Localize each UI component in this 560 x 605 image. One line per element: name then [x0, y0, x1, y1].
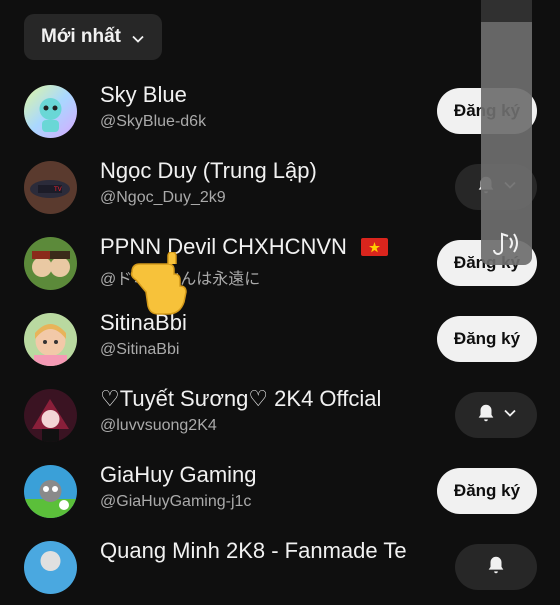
channel-row[interactable]: SitinaBbi @SitinaBbi Đăng ký — [0, 301, 560, 377]
music-note-icon[interactable] — [490, 228, 524, 258]
bell-icon — [475, 402, 497, 429]
bell-icon — [485, 554, 507, 581]
sort-dropdown[interactable]: Mới nhất — [24, 14, 162, 60]
channel-row[interactable]: Quang Minh 2K8 - Fanmade Te — [0, 529, 560, 605]
channel-row[interactable]: Sky Blue @SkyBlue-d6k Đăng ký — [0, 73, 560, 149]
channel-name[interactable]: Sky Blue — [100, 82, 187, 108]
channel-row[interactable]: GiaHuy Gaming @GiaHuyGaming-j1c Đăng ký — [0, 453, 560, 529]
avatar[interactable] — [24, 541, 77, 594]
vietnam-flag-icon — [361, 236, 389, 262]
subscribe-button[interactable]: Đăng ký — [437, 316, 537, 362]
channel-handle: @Ngọc_Duy_2k9 — [100, 189, 226, 206]
channel-name[interactable]: ♡Tuyết Sương♡ 2K4 Offcial — [100, 386, 381, 412]
chevron-down-icon — [503, 406, 517, 425]
sort-label: Mới nhất — [41, 26, 121, 47]
channel-name[interactable]: Quang Minh 2K8 - Fanmade Te — [100, 538, 407, 564]
volume-overlay[interactable] — [481, 0, 532, 265]
avatar[interactable] — [24, 237, 77, 290]
channel-row[interactable]: TV Ngọc Duy (Trung Lập) @Ngọc_Duy_2k9 — [0, 149, 560, 225]
avatar[interactable] — [24, 313, 77, 366]
avatar[interactable] — [24, 389, 77, 442]
channel-handle: @SkyBlue-d6k — [100, 113, 207, 130]
channel-row[interactable]: PPNN Devil CHXHCNVN @ドミノさんは永遠に Đăng ký — [0, 225, 560, 301]
subscribe-button[interactable]: Đăng ký — [437, 468, 537, 514]
channel-row[interactable]: ♡Tuyết Sương♡ 2K4 Offcial @luvvsuong2K4 — [0, 377, 560, 453]
channel-handle: @luvvsuong2K4 — [100, 417, 217, 434]
svg-text:TV: TV — [53, 186, 63, 193]
notification-bell-button[interactable] — [455, 392, 537, 438]
pointing-hand-icon — [128, 251, 190, 318]
chevron-down-icon — [131, 30, 145, 44]
avatar[interactable]: TV — [24, 161, 77, 214]
avatar[interactable] — [24, 465, 77, 518]
channel-handle: @GiaHuyGaming-j1c — [100, 493, 252, 510]
channel-handle: @SitinaBbi — [100, 341, 180, 358]
volume-overlay-top — [481, 0, 532, 22]
channel-name[interactable]: Ngọc Duy (Trung Lập) — [100, 158, 317, 184]
channel-name[interactable]: GiaHuy Gaming — [100, 462, 257, 488]
avatar[interactable] — [24, 85, 77, 138]
notification-bell-button[interactable] — [455, 544, 537, 590]
